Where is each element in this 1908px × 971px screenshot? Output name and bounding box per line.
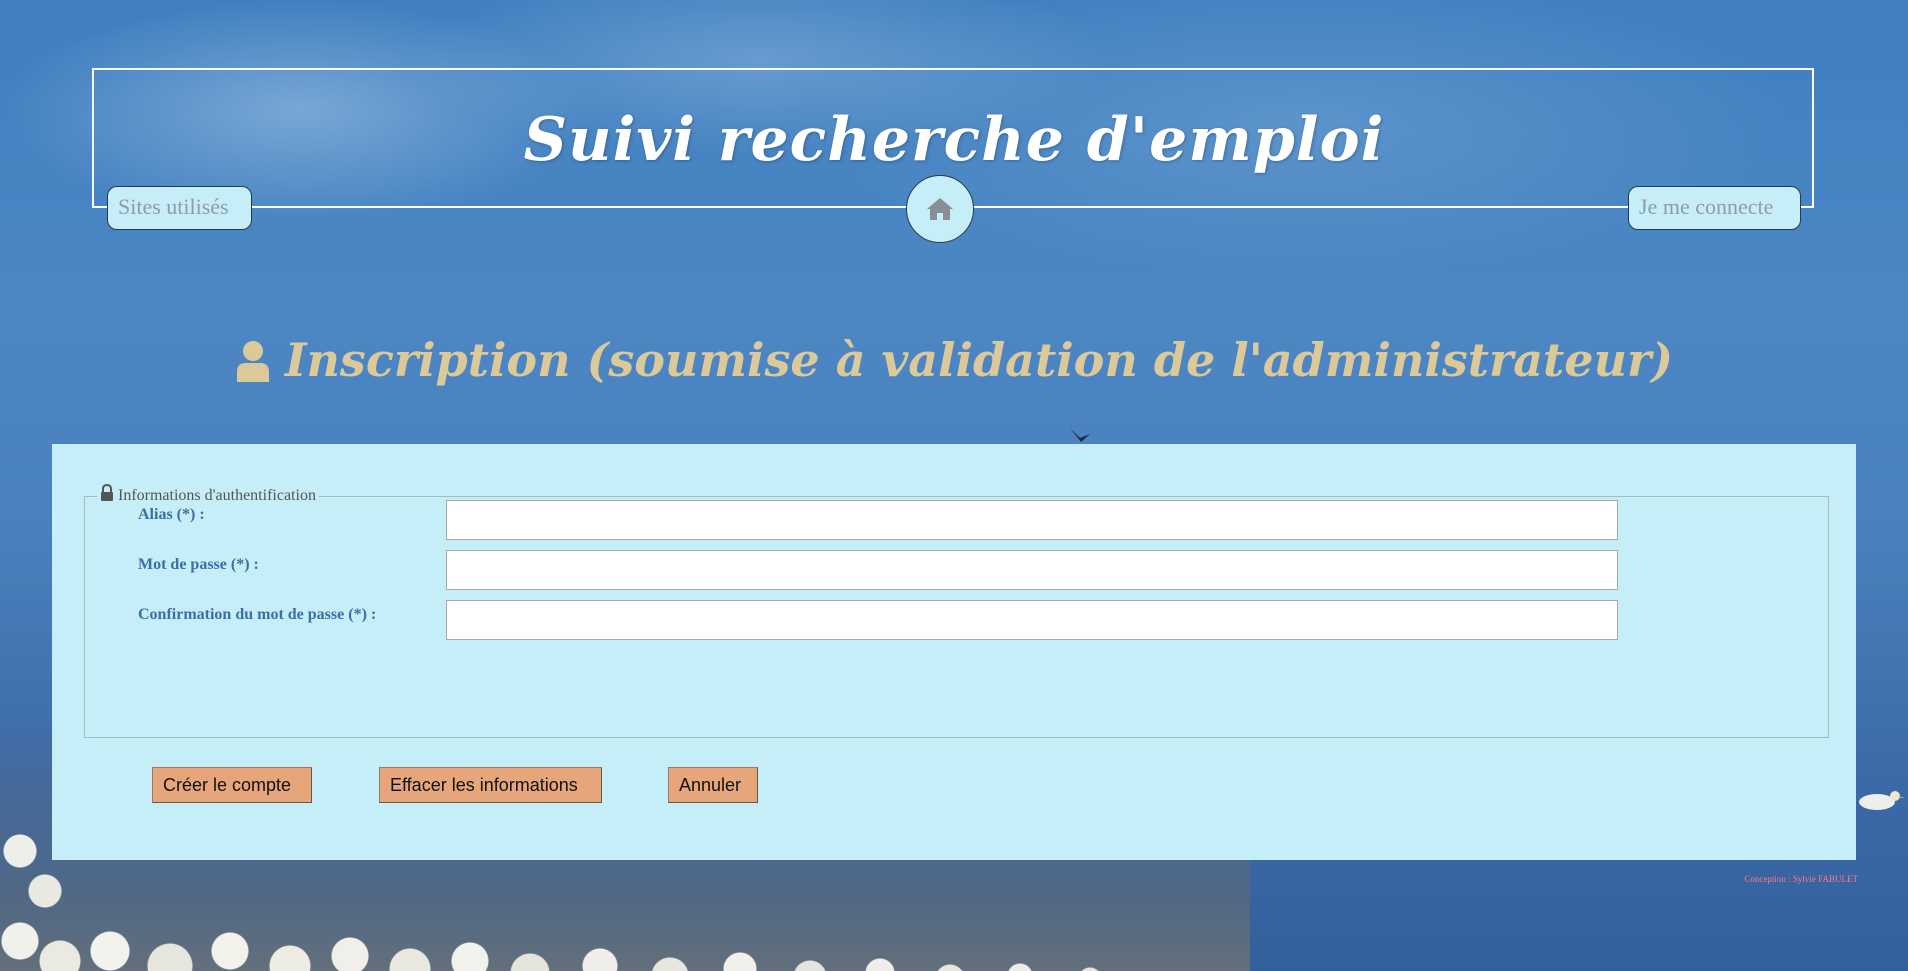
page-heading: Inscription (soumise à validation de l'a… (0, 330, 1908, 396)
confirm-password-label: Confirmation du mot de passe (*) : (138, 606, 377, 623)
user-icon (235, 336, 271, 396)
footer-credit: Conception : Sylvie FABULET (1744, 874, 1858, 884)
password-label: Mot de passe (*) : (138, 556, 259, 573)
form-row-confirm-password: Confirmation du mot de passe (*) : (138, 600, 1778, 640)
password-input[interactable] (446, 550, 1618, 590)
alias-input[interactable] (446, 500, 1618, 540)
site-title: Suivi recherche d'emploi (523, 105, 1385, 175)
nav-je-me-connecte[interactable]: Je me connecte (1628, 186, 1801, 230)
gannet-bird (1859, 791, 1905, 810)
cancel-button[interactable]: Annuler (668, 767, 758, 803)
nav-sites-utilises[interactable]: Sites utilisés (107, 186, 252, 230)
bird-silhouette (1070, 428, 1090, 442)
create-account-button[interactable]: Créer le compte (152, 767, 312, 803)
page-heading-text: Inscription (soumise à validation de l'a… (284, 333, 1674, 387)
lock-icon (100, 483, 114, 508)
clear-form-button[interactable]: Effacer les informations (379, 767, 602, 803)
alias-label: Alias (*) : (138, 506, 205, 523)
home-button[interactable] (906, 175, 974, 243)
confirm-password-input[interactable] (446, 600, 1618, 640)
home-icon (927, 198, 953, 220)
form-row-password: Mot de passe (*) : (138, 550, 1778, 590)
form-row-alias: Alias (*) : (138, 500, 1778, 540)
